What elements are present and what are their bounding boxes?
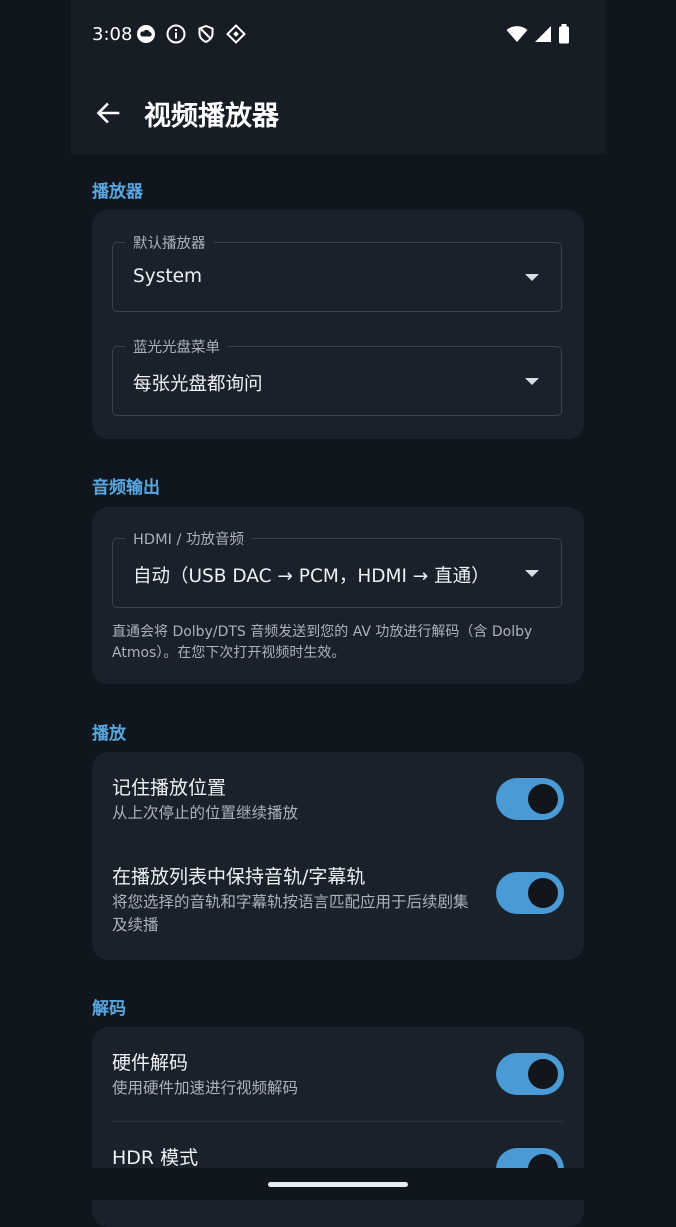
bluray-menu-label: 蓝光光盘菜单 bbox=[125, 336, 228, 357]
section-header-player: 播放器 bbox=[92, 182, 143, 202]
default-player-value: System bbox=[133, 266, 202, 287]
section-header-decoding: 解码 bbox=[92, 999, 126, 1019]
toggle-knob bbox=[528, 878, 558, 908]
status-bar: 3:08 bbox=[71, 0, 606, 72]
section-header-playback: 播放 bbox=[92, 724, 126, 744]
dropdown-arrow-icon bbox=[525, 378, 539, 385]
section-header-audio-output: 音频输出 bbox=[92, 478, 160, 498]
dropdown-arrow-icon bbox=[525, 274, 539, 281]
shield-icon bbox=[196, 24, 216, 48]
audio-output-card: HDMI / 功放音频 自动（USB DAC → PCM，HDMI → 直通） … bbox=[92, 507, 584, 684]
bluray-menu-dropdown[interactable]: 蓝光光盘菜单 每张光盘都询问 bbox=[112, 336, 562, 416]
hdmi-audio-value: 自动（USB DAC → PCM，HDMI → 直通） bbox=[133, 566, 490, 587]
playback-card: 记住播放位置 从上次停止的位置继续播放 在播放列表中保持音轨/字幕轨 将您选择的… bbox=[92, 752, 584, 960]
keep-tracks-toggle[interactable] bbox=[496, 872, 564, 914]
back-button[interactable] bbox=[93, 98, 123, 128]
bluray-menu-value: 每张光盘都询问 bbox=[133, 374, 263, 395]
status-left-icons bbox=[136, 24, 246, 48]
keep-tracks-subtitle: 将您选择的音轨和字幕轨按语言匹配应用于后续剧集及续播 bbox=[112, 893, 469, 934]
toggle-knob bbox=[528, 784, 558, 814]
signal-icon bbox=[534, 25, 552, 47]
wifi-icon bbox=[506, 25, 528, 47]
cloud-icon bbox=[136, 24, 156, 48]
page-title: 视频播放器 bbox=[144, 101, 279, 132]
hardware-decoding-toggle[interactable] bbox=[496, 1053, 564, 1095]
keep-tracks-row[interactable]: 在播放列表中保持音轨/字幕轨 将您选择的音轨和字幕轨按语言匹配应用于后续剧集及续… bbox=[112, 864, 482, 937]
dropdown-arrow-icon bbox=[525, 570, 539, 577]
default-player-label: 默认播放器 bbox=[125, 232, 214, 253]
back-arrow-icon bbox=[96, 102, 120, 124]
toggle-knob bbox=[528, 1059, 558, 1089]
vpn-key-icon bbox=[226, 24, 246, 48]
remember-position-toggle[interactable] bbox=[496, 778, 564, 820]
battery-icon bbox=[558, 24, 570, 48]
keep-tracks-title: 在播放列表中保持音轨/字幕轨 bbox=[112, 866, 366, 888]
divider bbox=[112, 1121, 564, 1122]
status-right-icons bbox=[506, 24, 570, 48]
hdmi-audio-dropdown[interactable]: HDMI / 功放音频 自动（USB DAC → PCM，HDMI → 直通） bbox=[112, 528, 562, 608]
audio-helper-text: 直通会将 Dolby/DTS 音频发送到您的 AV 功放进行解码（含 Dolby… bbox=[112, 624, 533, 661]
default-player-dropdown[interactable]: 默认播放器 System bbox=[112, 232, 562, 312]
app-bar: 视频播放器 bbox=[71, 72, 606, 154]
player-card: 默认播放器 System 蓝光光盘菜单 每张光盘都询问 bbox=[92, 210, 584, 439]
info-icon bbox=[166, 24, 186, 48]
status-time: 3:08 bbox=[92, 24, 133, 45]
hdmi-audio-label: HDMI / 功放音频 bbox=[125, 528, 252, 549]
home-indicator[interactable] bbox=[268, 1182, 408, 1187]
